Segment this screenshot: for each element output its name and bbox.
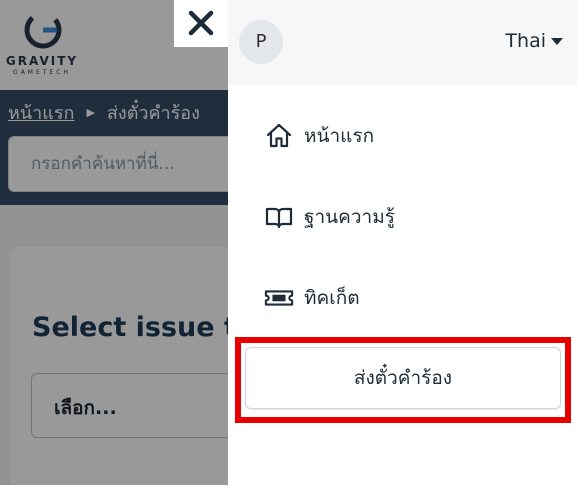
close-icon	[188, 10, 214, 36]
submit-ticket-button[interactable]: ส่งตั๋วคำร้อง	[245, 347, 561, 409]
nav-item-label: ทิคเก็ต	[304, 287, 360, 309]
caret-down-icon	[551, 37, 563, 45]
home-icon	[264, 121, 294, 151]
nav-item-home[interactable]: หน้าแรก	[264, 116, 374, 156]
nav-item-label: ฐานความรู้	[304, 206, 395, 228]
avatar[interactable]: P	[239, 20, 283, 64]
nav-item-tickets[interactable]: ทิคเก็ต	[264, 278, 360, 318]
drawer-header: P Thai	[228, 0, 577, 85]
close-drawer-button[interactable]	[174, 0, 230, 47]
nav-item-label: หน้าแรก	[304, 125, 375, 147]
book-icon	[264, 202, 294, 232]
nav-item-knowledge-base[interactable]: ฐานความรู้	[264, 197, 395, 237]
nav-drawer: P Thai หน้าแรก ฐานความรู้ ทิคเก็ต ส่งตั๋…	[228, 0, 577, 485]
language-selector[interactable]: Thai	[505, 30, 563, 52]
ticket-icon	[264, 283, 294, 313]
language-label: Thai	[505, 30, 546, 52]
